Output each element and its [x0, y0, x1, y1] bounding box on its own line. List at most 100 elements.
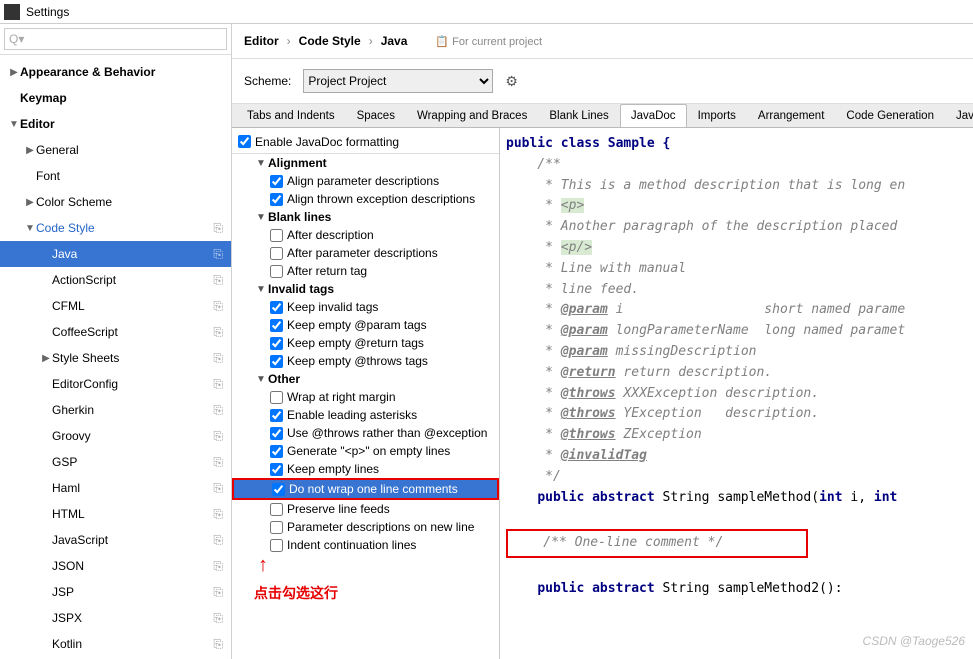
option-enable-leading-asterisks[interactable]: Enable leading asterisks: [232, 406, 499, 424]
checkbox[interactable]: [272, 483, 285, 496]
sidebar-item-label: General: [36, 143, 79, 157]
sidebar-item-label: Color Scheme: [36, 195, 112, 209]
sidebar-item-label: Style Sheets: [52, 351, 119, 365]
sidebar-item-kotlin[interactable]: Kotlin⎘: [0, 631, 231, 657]
checkbox[interactable]: [270, 409, 283, 422]
checkbox[interactable]: [270, 193, 283, 206]
sidebar-item-general[interactable]: ▶General: [0, 137, 231, 163]
option-align-parameter-descriptions[interactable]: Align parameter descriptions: [232, 172, 499, 190]
sidebar-item-style-sheets[interactable]: ▶Style Sheets⎘: [0, 345, 231, 371]
sidebar-item-actionscript[interactable]: ActionScript⎘: [0, 267, 231, 293]
option-group-alignment[interactable]: ▼Alignment: [232, 154, 499, 172]
checkbox[interactable]: [238, 135, 251, 148]
project-indicator: 📋 For current project: [435, 35, 542, 48]
gear-icon[interactable]: ⚙: [505, 73, 518, 90]
sidebar-item-editor[interactable]: ▼Editor: [0, 111, 231, 137]
tab-wrapping-and-braces[interactable]: Wrapping and Braces: [406, 104, 538, 127]
breadcrumb-item[interactable]: Editor: [244, 34, 279, 48]
copy-icon: ⎘: [213, 299, 223, 314]
option-after-parameter-descriptions[interactable]: After parameter descriptions: [232, 244, 499, 262]
settings-tree[interactable]: ▶Appearance & BehaviorKeymap▼Editor▶Gene…: [0, 55, 231, 659]
tab-java-ee-na[interactable]: Java EE Na: [945, 104, 973, 127]
sidebar-item-haml[interactable]: Haml⎘: [0, 475, 231, 501]
option-label: Keep empty @param tags: [287, 318, 427, 332]
checkbox[interactable]: [270, 391, 283, 404]
option-use-throws-rather-than-exception[interactable]: Use @throws rather than @exception: [232, 424, 499, 442]
option-keep-empty-return-tags[interactable]: Keep empty @return tags: [232, 334, 499, 352]
option-group-other[interactable]: ▼Other: [232, 370, 499, 388]
sidebar-item-color-scheme[interactable]: ▶Color Scheme: [0, 189, 231, 215]
sidebar-item-jsp[interactable]: JSP⎘: [0, 579, 231, 605]
tab-imports[interactable]: Imports: [687, 104, 747, 127]
tab-tabs-and-indents[interactable]: Tabs and Indents: [236, 104, 346, 127]
tab-javadoc[interactable]: JavaDoc: [620, 104, 687, 127]
option-parameter-descriptions-on-new-line[interactable]: Parameter descriptions on new line: [232, 518, 499, 536]
breadcrumb-item[interactable]: Code Style: [299, 34, 361, 48]
sidebar-item-java[interactable]: Java⎘: [0, 241, 231, 267]
checkbox[interactable]: [270, 265, 283, 278]
copy-icon: ⎘: [213, 585, 223, 600]
group-label: Invalid tags: [268, 282, 334, 296]
option-align-thrown-exception-descriptions[interactable]: Align thrown exception descriptions: [232, 190, 499, 208]
option-preserve-line-feeds[interactable]: Preserve line feeds: [232, 500, 499, 518]
option-after-return-tag[interactable]: After return tag: [232, 262, 499, 280]
checkbox[interactable]: [270, 301, 283, 314]
sidebar-item-code-style[interactable]: ▼Code Style⎘: [0, 215, 231, 241]
scheme-select[interactable]: Project Project: [303, 69, 493, 93]
option-wrap-at-right-margin[interactable]: Wrap at right margin: [232, 388, 499, 406]
breadcrumb-sep: ›: [369, 34, 373, 48]
checkbox[interactable]: [270, 319, 283, 332]
sidebar-item-gherkin[interactable]: Gherkin⎘: [0, 397, 231, 423]
sidebar-item-cfml[interactable]: CFML⎘: [0, 293, 231, 319]
option-group-blank-lines[interactable]: ▼Blank lines: [232, 208, 499, 226]
sidebar-item-javascript[interactable]: JavaScript⎘: [0, 527, 231, 553]
option-enable-javadoc[interactable]: Enable JavaDoc formatting: [232, 132, 499, 154]
checkbox[interactable]: [270, 503, 283, 516]
option-keep-empty-throws-tags[interactable]: Keep empty @throws tags: [232, 352, 499, 370]
checkbox[interactable]: [270, 229, 283, 242]
checkbox[interactable]: [270, 355, 283, 368]
main-area: ▶Appearance & BehaviorKeymap▼Editor▶Gene…: [0, 24, 973, 659]
tab-code-generation[interactable]: Code Generation: [835, 104, 945, 127]
checkbox[interactable]: [270, 445, 283, 458]
copy-icon: ⎘: [213, 247, 223, 262]
tab-blank-lines[interactable]: Blank Lines: [538, 104, 619, 127]
javadoc-panel: Enable JavaDoc formatting▼AlignmentAlign…: [232, 128, 973, 659]
option-do-not-wrap-one-line-comments[interactable]: Do not wrap one line comments: [234, 480, 497, 498]
breadcrumb-item[interactable]: Java: [381, 34, 408, 48]
checkbox[interactable]: [270, 337, 283, 350]
checkbox[interactable]: [270, 247, 283, 260]
checkbox[interactable]: [270, 539, 283, 552]
option-indent-continuation-lines[interactable]: Indent continuation lines: [232, 536, 499, 554]
tree-arrow-icon: ▼: [8, 119, 20, 130]
copy-icon: ⎘: [213, 221, 223, 236]
sidebar-item-keymap[interactable]: Keymap: [0, 85, 231, 111]
option-group-invalid-tags[interactable]: ▼Invalid tags: [232, 280, 499, 298]
option-keep-empty-param-tags[interactable]: Keep empty @param tags: [232, 316, 499, 334]
sidebar-item-html[interactable]: HTML⎘: [0, 501, 231, 527]
sidebar-item-label: Gherkin: [52, 403, 94, 417]
option-keep-empty-lines[interactable]: Keep empty lines: [232, 460, 499, 478]
sidebar-item-groovy[interactable]: Groovy⎘: [0, 423, 231, 449]
checkbox[interactable]: [270, 175, 283, 188]
sidebar-item-appearance-behavior[interactable]: ▶Appearance & Behavior: [0, 59, 231, 85]
checkbox[interactable]: [270, 427, 283, 440]
tab-arrangement[interactable]: Arrangement: [747, 104, 835, 127]
option-after-description[interactable]: After description: [232, 226, 499, 244]
sidebar-item-gsp[interactable]: GSP⎘: [0, 449, 231, 475]
sidebar-item-label: JavaScript: [52, 533, 108, 547]
search-input[interactable]: [4, 28, 227, 50]
sidebar-item-jspx[interactable]: JSPX⎘: [0, 605, 231, 631]
sidebar-item-font[interactable]: Font: [0, 163, 231, 189]
option-keep-invalid-tags[interactable]: Keep invalid tags: [232, 298, 499, 316]
option-generate-p-on-empty-lines[interactable]: Generate "<p>" on empty lines: [232, 442, 499, 460]
sidebar-item-json[interactable]: JSON⎘: [0, 553, 231, 579]
sidebar-item-label: Haml: [52, 481, 80, 495]
tab-spaces[interactable]: Spaces: [346, 104, 406, 127]
scheme-label: Scheme:: [244, 74, 291, 88]
checkbox[interactable]: [270, 463, 283, 476]
checkbox[interactable]: [270, 521, 283, 534]
sidebar-item-editorconfig[interactable]: EditorConfig⎘: [0, 371, 231, 397]
sidebar-item-coffeescript[interactable]: CoffeeScript⎘: [0, 319, 231, 345]
option-label: Parameter descriptions on new line: [287, 520, 474, 534]
